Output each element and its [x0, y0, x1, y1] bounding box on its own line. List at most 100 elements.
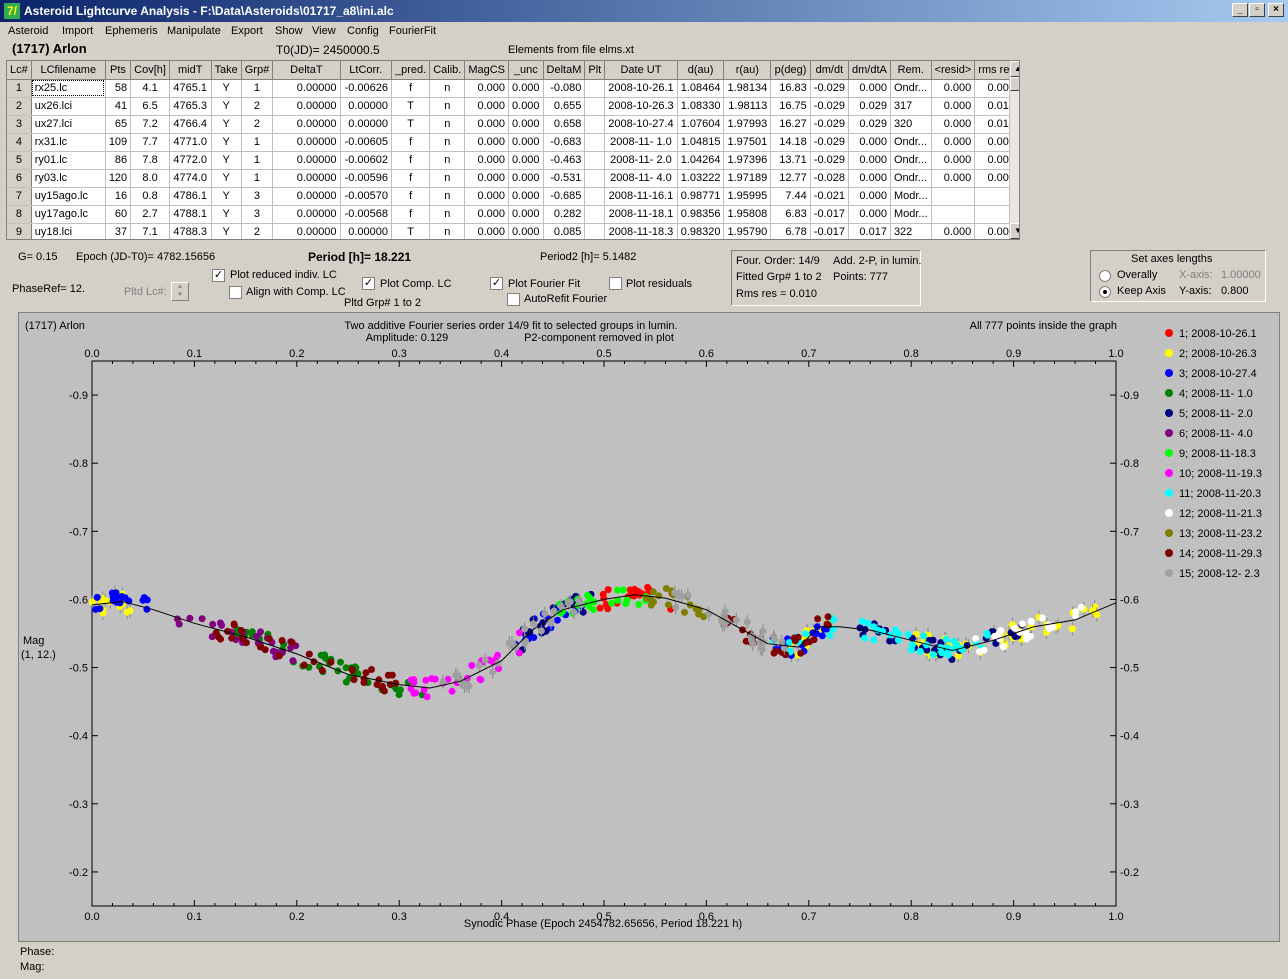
pltd-lc-spinner[interactable]: ▲ ▼ — [171, 282, 189, 301]
table-cell[interactable]: Modr... — [890, 205, 932, 224]
table-cell[interactable] — [584, 205, 606, 224]
table-cell[interactable]: 37 — [105, 223, 132, 239]
table-cell[interactable] — [931, 187, 976, 206]
plot-fourier-checkbox[interactable]: ✓ — [490, 277, 503, 290]
table-cell[interactable]: 1 — [241, 151, 274, 170]
table-cell[interactable]: 2008-10-27.4 — [604, 115, 678, 134]
menu-fourierfit[interactable]: FourierFit — [389, 25, 436, 37]
table-cell[interactable]: Y — [211, 97, 242, 116]
keep-axis-radio[interactable] — [1099, 286, 1111, 298]
plot-reduced-checkbox[interactable]: ✓ — [212, 269, 225, 282]
table-cell[interactable]: Y — [211, 133, 242, 152]
table-cell[interactable]: Y — [211, 205, 242, 224]
table-cell[interactable]: n — [429, 79, 466, 98]
table-cell[interactable]: n — [429, 223, 466, 239]
table-cell[interactable]: 0.000 — [508, 79, 544, 98]
table-cell[interactable]: Ondr... — [890, 133, 932, 152]
table-cell[interactable]: 2008-11- 4.0 — [604, 169, 678, 188]
table-row[interactable]: 2 ux26.lci 41 6.5 4765.3 Y 2 0.00000 0.00000 Tn 0.… — [7, 97, 1019, 116]
column-header[interactable]: Grp# — [241, 61, 274, 80]
table-cell[interactable]: 16.75 — [770, 97, 811, 116]
table-cell[interactable]: -0.017 — [810, 223, 850, 239]
table-cell[interactable]: 0.282 — [543, 205, 586, 224]
overally-radio[interactable] — [1099, 270, 1111, 282]
table-cell[interactable]: 4786.1 — [169, 187, 212, 206]
column-header[interactable]: _unc — [508, 61, 544, 80]
column-header[interactable]: midT — [169, 61, 212, 80]
row-number[interactable]: 6 — [7, 169, 32, 188]
table-cell[interactable]: 1.98134 — [723, 79, 772, 98]
table-cell[interactable]: -0.080 — [543, 79, 586, 98]
table-cell[interactable]: 0.00000 — [272, 133, 341, 152]
table-cell[interactable]: -0.00568 — [340, 205, 393, 224]
table-cell[interactable]: 0.029 — [848, 115, 891, 134]
column-header[interactable]: r(au) — [723, 61, 772, 80]
table-cell[interactable]: 0.000 — [464, 133, 510, 152]
table-cell[interactable]: 4788.3 — [169, 223, 212, 239]
table-cell[interactable] — [931, 205, 976, 224]
table-cell[interactable]: 0.000 — [464, 187, 510, 206]
table-cell[interactable]: 0.000 — [508, 97, 544, 116]
table-cell[interactable]: 1.97993 — [723, 115, 772, 134]
table-cell[interactable]: 14.18 — [770, 133, 811, 152]
table-cell[interactable]: uy15ago.lc — [31, 187, 106, 206]
row-number[interactable]: 3 — [7, 115, 32, 134]
table-cell[interactable]: -0.029 — [810, 97, 850, 116]
table-cell[interactable]: Ondr... — [890, 151, 932, 170]
table-row[interactable]: 9 uy18.lci 37 7.1 4788.3 Y 2 0.00000 0.00000 Tn 0.… — [7, 223, 1019, 239]
column-header[interactable]: Pts — [105, 61, 132, 80]
scroll-down-icon[interactable]: ▼ — [1010, 223, 1019, 239]
table-cell[interactable]: -0.028 — [810, 169, 850, 188]
column-header[interactable]: Take — [211, 61, 242, 80]
table-cell[interactable]: 58 — [105, 79, 132, 98]
table-cell[interactable]: -0.029 — [810, 151, 850, 170]
column-header[interactable]: Date UT — [604, 61, 678, 80]
table-cell[interactable]: 0.000 — [464, 169, 510, 188]
table-cell[interactable]: Ondr... — [890, 79, 932, 98]
scroll-up-icon[interactable]: ▲ — [1010, 61, 1019, 77]
table-cell[interactable]: 1.97189 — [723, 169, 772, 188]
table-cell[interactable]: n — [429, 115, 466, 134]
table-cell[interactable]: 2008-11-18.3 — [604, 223, 678, 239]
table-cell[interactable]: T — [391, 97, 431, 116]
plot-comp-checkbox[interactable]: ✓ — [362, 277, 375, 290]
table-cell[interactable]: 4.1 — [130, 79, 170, 98]
menu-import[interactable]: Import — [62, 25, 93, 37]
table-cell[interactable]: 1 — [241, 133, 274, 152]
menu-view[interactable]: View — [312, 25, 336, 37]
table-cell[interactable]: rx25.lc — [31, 79, 106, 98]
table-row[interactable]: 8 uy17ago.lc 60 2.7 4788.1 Y 3 0.00000 -0.00568 f… — [7, 205, 1019, 224]
table-cell[interactable]: 16.83 — [770, 79, 811, 98]
table-cell[interactable]: 2.7 — [130, 205, 170, 224]
table-cell[interactable]: 0.00000 — [272, 151, 341, 170]
table-cell[interactable]: T — [391, 115, 431, 134]
table-cell[interactable]: Y — [211, 151, 242, 170]
table-cell[interactable]: 1.03222 — [677, 169, 725, 188]
menu-show[interactable]: Show — [275, 25, 303, 37]
table-cell[interactable]: 320 — [890, 115, 932, 134]
table-cell[interactable]: 12.77 — [770, 169, 811, 188]
table-cell[interactable]: 4772.0 — [169, 151, 212, 170]
table-row[interactable]: 3 ux27.lci 65 7.2 4766.4 Y 2 0.00000 0.00000 Tn 0.… — [7, 115, 1019, 134]
table-cell[interactable]: 4774.0 — [169, 169, 212, 188]
table-cell[interactable]: 0.00000 — [272, 115, 341, 134]
table-cell[interactable]: -0.029 — [810, 79, 850, 98]
table-cell[interactable]: 13.71 — [770, 151, 811, 170]
table-cell[interactable]: 7.7 — [130, 133, 170, 152]
column-header[interactable]: _pred. — [391, 61, 431, 80]
table-cell[interactable]: 2 — [241, 115, 274, 134]
table-cell[interactable]: 0.000 — [508, 205, 544, 224]
table-cell[interactable]: 0.00000 — [272, 223, 341, 239]
row-number[interactable]: 5 — [7, 151, 32, 170]
row-number[interactable]: 4 — [7, 133, 32, 152]
table-cell[interactable]: Ondr... — [890, 169, 932, 188]
table-cell[interactable]: ry01.lc — [31, 151, 106, 170]
table-cell[interactable]: 1.08330 — [677, 97, 725, 116]
table-cell[interactable]: 0.00000 — [272, 169, 341, 188]
table-cell[interactable]: 0.000 — [464, 205, 510, 224]
menu-ephemeris[interactable]: Ephemeris — [105, 25, 158, 37]
row-number[interactable]: 1 — [7, 79, 32, 98]
table-cell[interactable]: 7.2 — [130, 115, 170, 134]
table-cell[interactable]: 109 — [105, 133, 132, 152]
table-cell[interactable]: 1.95790 — [723, 223, 772, 239]
